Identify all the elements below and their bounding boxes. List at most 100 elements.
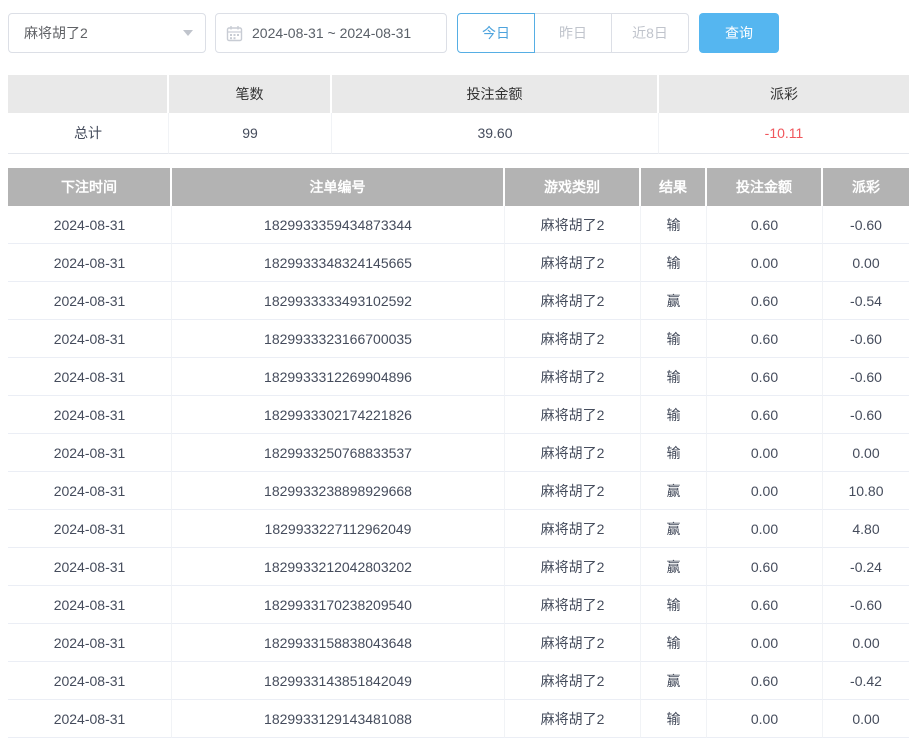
table-row: 2024-08-31 1829933250768833537 麻将胡了2 输 0… [8,434,909,472]
cell-bet-amount: 0.00 [707,434,823,472]
cell-order-number: 1829933250768833537 [172,434,505,472]
summary-header-row: 笔数 投注金额 派彩 [8,75,909,113]
cell-order-number: 1829933170238209540 [172,586,505,624]
cell-payout: -0.60 [823,206,909,244]
cell-game-type: 麻将胡了2 [505,206,641,244]
cell-result: 赢 [641,662,707,700]
cell-game-type: 麻将胡了2 [505,320,641,358]
summary-header-count: 笔数 [169,75,332,113]
table-row: 2024-08-31 1829933170238209540 麻将胡了2 输 0… [8,586,909,624]
today-button[interactable]: 今日 [457,13,535,53]
cell-bet-amount: 0.00 [707,244,823,282]
summary-total-row: 总计 99 39.60 -10.11 [8,113,909,154]
bets-table: 下注时间 注单编号 游戏类别 结果 投注金额 派彩 2024-08-31 182… [8,168,909,738]
cell-bet-time: 2024-08-31 [8,624,172,662]
cell-payout: -0.24 [823,548,909,586]
cell-order-number: 1829933158838043648 [172,624,505,662]
cell-payout: -0.60 [823,358,909,396]
game-select-value: 麻将胡了2 [24,23,183,43]
calendar-icon [226,25,243,42]
cell-game-type: 麻将胡了2 [505,434,641,472]
cell-order-number: 1829933129143481088 [172,700,505,738]
table-row: 2024-08-31 1829933158838043648 麻将胡了2 输 0… [8,624,909,662]
cell-bet-amount: 0.60 [707,358,823,396]
cell-payout: 10.80 [823,472,909,510]
date-range-value: 2024-08-31 ~ 2024-08-31 [252,25,411,41]
cell-bet-amount: 0.60 [707,548,823,586]
cell-bet-time: 2024-08-31 [8,586,172,624]
cell-result: 赢 [641,282,707,320]
cell-result: 赢 [641,548,707,586]
cell-bet-time: 2024-08-31 [8,510,172,548]
cell-game-type: 麻将胡了2 [505,282,641,320]
cell-result: 输 [641,358,707,396]
table-row: 2024-08-31 1829933212042803202 麻将胡了2 赢 0… [8,548,909,586]
cell-payout: 0.00 [823,434,909,472]
cell-order-number: 1829933238898929668 [172,472,505,510]
cell-order-number: 1829933143851842049 [172,662,505,700]
cell-bet-amount: 0.60 [707,662,823,700]
cell-bet-amount: 0.00 [707,700,823,738]
cell-bet-time: 2024-08-31 [8,206,172,244]
cell-game-type: 麻将胡了2 [505,244,641,282]
cell-result: 输 [641,396,707,434]
header-bet-time: 下注时间 [8,168,172,206]
summary-header-bet-amount: 投注金额 [332,75,659,113]
bets-header-row: 下注时间 注单编号 游戏类别 结果 投注金额 派彩 [8,168,909,206]
header-result: 结果 [641,168,707,206]
yesterday-button[interactable]: 昨日 [534,13,612,53]
cell-bet-amount: 0.60 [707,586,823,624]
cell-payout: -0.60 [823,586,909,624]
last-8-days-button[interactable]: 近8日 [611,13,689,53]
table-row: 2024-08-31 1829933359434873344 麻将胡了2 输 0… [8,206,909,244]
table-row: 2024-08-31 1829933143851842049 麻将胡了2 赢 0… [8,662,909,700]
cell-order-number: 1829933227112962049 [172,510,505,548]
cell-order-number: 1829933348324145665 [172,244,505,282]
cell-game-type: 麻将胡了2 [505,700,641,738]
header-payout: 派彩 [823,168,909,206]
cell-bet-time: 2024-08-31 [8,244,172,282]
cell-game-type: 麻将胡了2 [505,510,641,548]
cell-payout: 0.00 [823,700,909,738]
cell-result: 输 [641,244,707,282]
game-select[interactable]: 麻将胡了2 [8,13,206,53]
cell-bet-amount: 0.60 [707,396,823,434]
cell-bet-time: 2024-08-31 [8,434,172,472]
header-bet-amount: 投注金额 [707,168,823,206]
cell-bet-time: 2024-08-31 [8,396,172,434]
summary-table: 笔数 投注金额 派彩 总计 99 39.60 -10.11 [8,75,909,154]
cell-game-type: 麻将胡了2 [505,358,641,396]
table-row: 2024-08-31 1829933227112962049 麻将胡了2 赢 0… [8,510,909,548]
summary-payout-value: -10.11 [659,113,909,154]
date-range-picker[interactable]: 2024-08-31 ~ 2024-08-31 [215,13,447,53]
header-order-number: 注单编号 [172,168,505,206]
summary-total-label: 总计 [8,113,169,154]
bets-rows: 2024-08-31 1829933359434873344 麻将胡了2 输 0… [8,206,909,738]
cell-payout: -0.42 [823,662,909,700]
cell-bet-amount: 0.60 [707,282,823,320]
cell-result: 输 [641,320,707,358]
table-row: 2024-08-31 1829933333493102592 麻将胡了2 赢 0… [8,282,909,320]
cell-result: 输 [641,700,707,738]
table-row: 2024-08-31 1829933302174221826 麻将胡了2 输 0… [8,396,909,434]
cell-game-type: 麻将胡了2 [505,586,641,624]
summary-count-value: 99 [169,113,332,154]
cell-game-type: 麻将胡了2 [505,472,641,510]
cell-payout: -0.54 [823,282,909,320]
cell-game-type: 麻将胡了2 [505,624,641,662]
cell-payout: -0.60 [823,320,909,358]
cell-bet-time: 2024-08-31 [8,548,172,586]
cell-bet-time: 2024-08-31 [8,662,172,700]
query-button[interactable]: 查询 [699,13,779,53]
cell-result: 输 [641,434,707,472]
cell-game-type: 麻将胡了2 [505,662,641,700]
cell-result: 输 [641,206,707,244]
chevron-down-icon [183,30,193,36]
header-game-type: 游戏类别 [505,168,641,206]
quick-date-button-group: 今日 昨日 近8日 [457,13,689,53]
cell-result: 赢 [641,510,707,548]
cell-bet-amount: 0.00 [707,624,823,662]
summary-bet-amount-value: 39.60 [332,113,659,154]
table-row: 2024-08-31 1829933312269904896 麻将胡了2 输 0… [8,358,909,396]
cell-payout: 0.00 [823,624,909,662]
